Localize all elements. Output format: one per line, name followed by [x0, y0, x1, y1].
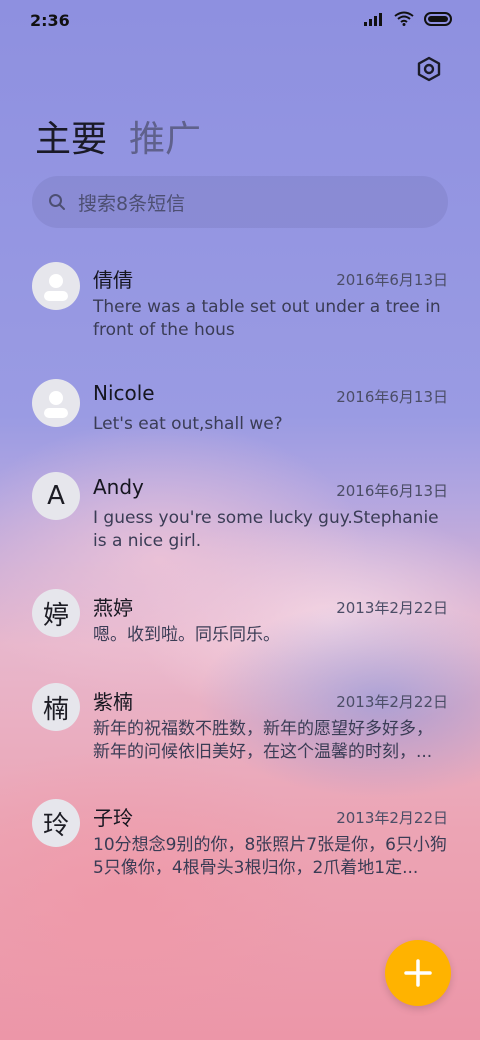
contact-name: Nicole — [93, 381, 155, 405]
message-preview: There was a table set out under a tree i… — [93, 297, 441, 340]
new-message-button[interactable] — [385, 940, 451, 1006]
tab-promotions[interactable]: 推广 — [129, 110, 201, 162]
conversation-item[interactable]: A Andy 2016年6月13日 I guess you're some lu… — [0, 467, 480, 567]
status-icons — [364, 11, 454, 26]
contact-name: 燕婷 — [93, 596, 133, 620]
tab-primary[interactable]: 主要 — [35, 110, 107, 162]
message-preview: Let's eat out,shall we? — [93, 414, 283, 434]
avatar — [32, 262, 80, 310]
status-bar: 2:36 — [0, 0, 480, 42]
message-preview: I guess you're some lucky guy.Stephanie … — [93, 508, 439, 551]
conversation-item[interactable]: Nicole 2016年6月13日 Let's eat out,shall we… — [0, 373, 480, 463]
contact-name: 子玲 — [93, 806, 133, 830]
conversation-item[interactable]: 婷 燕婷 2013年2月22日 嗯。收到啦。同乐同乐。 — [0, 584, 480, 674]
conversation-item[interactable]: 倩倩 2016年6月13日 There was a table set out … — [0, 256, 480, 356]
contact-name: 倩倩 — [93, 268, 133, 292]
message-preview: 10分想念9别的你，8张照片7张是你，6只小狗5只像你，4根骨头3根归你，2爪着… — [93, 835, 447, 878]
message-date: 2016年6月13日 — [336, 271, 448, 289]
search-bar[interactable]: 搜索8条短信 — [32, 176, 448, 228]
contact-name: 紫楠 — [93, 690, 133, 714]
message-preview: 嗯。收到啦。同乐同乐。 — [93, 625, 280, 645]
gear-icon[interactable] — [416, 56, 442, 82]
contact-name: Andy — [93, 475, 144, 499]
conversation-item[interactable]: 楠 紫楠 2013年2月22日 新年的祝福数不胜数，新年的愿望好多好多，新年的问… — [0, 678, 480, 778]
message-date: 2016年6月13日 — [336, 388, 448, 406]
message-date: 2013年2月22日 — [336, 599, 448, 617]
person-icon — [44, 274, 68, 301]
message-preview: 新年的祝福数不胜数，新年的愿望好多好多，新年的问候依旧美好，在这个温馨的时刻，.… — [93, 719, 433, 762]
tab-bar: 主要 推广 — [35, 110, 201, 162]
avatar — [32, 379, 80, 427]
plus-icon — [404, 959, 432, 987]
battery-icon — [424, 11, 452, 26]
signal-icon — [364, 12, 382, 26]
search-icon — [49, 194, 65, 210]
message-date: 2016年6月13日 — [336, 482, 448, 500]
person-icon — [44, 391, 68, 418]
status-time: 2:36 — [30, 11, 70, 30]
message-date: 2013年2月22日 — [336, 809, 448, 827]
conversation-item[interactable]: 玲 子玲 2013年2月22日 10分想念9别的你，8张照片7张是你，6只小狗5… — [0, 794, 480, 894]
message-date: 2013年2月22日 — [336, 693, 448, 711]
avatar: 婷 — [32, 589, 80, 637]
search-input[interactable]: 搜索8条短信 — [78, 189, 185, 216]
avatar: 玲 — [32, 799, 80, 847]
wifi-icon — [394, 11, 414, 26]
avatar: A — [32, 472, 80, 520]
avatar: 楠 — [32, 683, 80, 731]
